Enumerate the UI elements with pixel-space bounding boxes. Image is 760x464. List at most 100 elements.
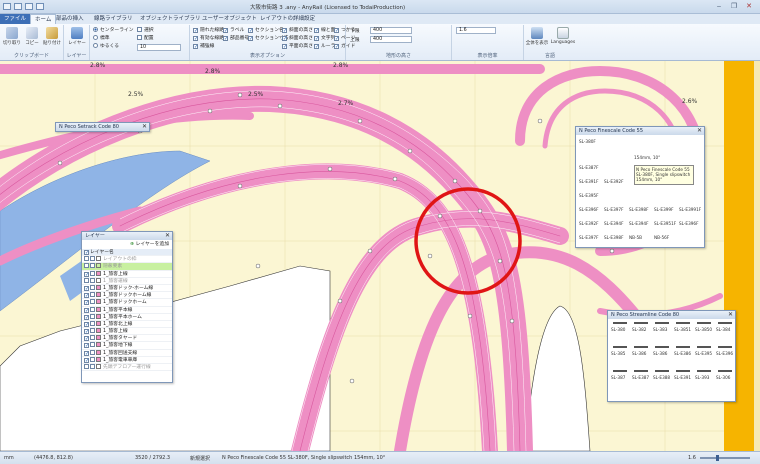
setrack-panel[interactable]: N Peco Setrack Code 80 ✕ — [55, 122, 150, 132]
layer-row[interactable]: ✓ 1_旅客北上線 — [82, 320, 172, 329]
zoom-select[interactable]: 1.6 — [456, 27, 496, 34]
layer-color-swatch[interactable] — [96, 349, 101, 355]
layer-lock-checkbox[interactable] — [90, 328, 95, 334]
layer-row[interactable]: ✓ 1_旅客回送支線 — [82, 349, 172, 357]
layers-panel[interactable]: レイヤー ✕ ⊕ レイヤーを追加 ✓レイヤー名 レイアウトの枠 隠蔽要素 ✓ 1_旅客上… — [81, 231, 173, 383]
part-item[interactable]: SL-385 — [611, 351, 625, 356]
close-icon[interactable]: ✕ — [697, 127, 702, 135]
layer-lock-checkbox[interactable] — [90, 306, 95, 312]
standard-radio[interactable]: 標準 — [93, 35, 110, 42]
part-item[interactable]: SL-E3991F — [679, 207, 701, 212]
layers-panel-title[interactable]: レイヤー ✕ — [82, 232, 172, 240]
languages-button[interactable]: Languages — [550, 27, 576, 45]
finescale-panel[interactable]: N Peco Finescale Code 55 ✕ SL-380F SL-E387… — [575, 126, 705, 248]
part-item[interactable]: SL-E396F — [679, 221, 698, 226]
display-option[interactable]: ✓ 補強線 — [193, 43, 214, 50]
streamline-panel[interactable]: N Peco Streamline Code 80 ✕ SL-380 SL-382 S… — [607, 310, 736, 402]
part-item[interactable]: SL-E392F — [579, 221, 598, 226]
layer-lock-checkbox[interactable] — [90, 364, 95, 369]
layer-color-swatch[interactable] — [96, 277, 101, 283]
display-option[interactable]: ✓ 部品番号 — [223, 35, 249, 42]
close-button[interactable]: ✕ — [742, 2, 756, 11]
layer-visible-checkbox[interactable] — [84, 364, 89, 369]
layer-color-swatch[interactable] — [96, 342, 101, 348]
loose-radio[interactable]: ゆるくる — [93, 43, 119, 50]
layer-lock-checkbox[interactable] — [90, 277, 95, 283]
height-max-input[interactable]: 400 — [370, 36, 412, 43]
layer-visible-checkbox[interactable]: ✓ — [84, 293, 89, 299]
tab-4[interactable]: オブジェクトライブラリ — [136, 14, 205, 24]
part-item[interactable]: SL-E397F — [579, 235, 598, 240]
layer-row[interactable]: ✓ 1_旅客タヤード — [82, 335, 172, 343]
part-item[interactable]: SL-E398F — [629, 207, 648, 212]
part-item[interactable]: SL-E395F — [579, 193, 598, 198]
streamline-panel-title[interactable]: N Peco Streamline Code 80 ✕ — [608, 311, 735, 319]
display-option[interactable]: ✓ 線と面 — [314, 27, 335, 34]
layer-color-swatch[interactable] — [96, 292, 101, 298]
tab-3[interactable]: 線路ライブラリ — [90, 14, 137, 24]
layer-row[interactable]: ✓ 1_旅客地下線 — [82, 342, 172, 350]
part-item[interactable]: NB-5B — [629, 235, 642, 240]
layer-visible-checkbox[interactable]: ✓ — [84, 300, 89, 306]
part-item[interactable]: SL-3851 — [674, 327, 691, 332]
snap-value-input[interactable]: 10 — [137, 44, 181, 51]
layer-visible-checkbox[interactable]: ✓ — [84, 314, 89, 320]
layer-visible-checkbox[interactable]: ✓ — [84, 343, 89, 349]
setrack-panel-title[interactable]: N Peco Setrack Code 80 ✕ — [56, 123, 149, 131]
part-item[interactable]: SL-E396 — [716, 351, 733, 356]
tab-2[interactable]: 部品の挿入 — [52, 14, 88, 24]
part-item[interactable]: SL-E387 — [632, 375, 649, 380]
part-item[interactable]: SL-306 — [716, 375, 730, 380]
select-mode[interactable]: 選択 — [137, 27, 154, 34]
part-item[interactable]: SL-E394F — [604, 221, 623, 226]
minimize-button[interactable]: ‒ — [712, 2, 726, 11]
layer-row[interactable]: ✓ 1_旅客電車車庫 — [82, 356, 172, 364]
tab-0[interactable]: ファイル — [0, 14, 31, 24]
layer-lock-checkbox[interactable] — [90, 335, 95, 341]
layer-row[interactable]: ✓ 1_旅客ドック-ホーム線 — [82, 284, 172, 293]
layer-color-swatch[interactable] — [96, 364, 101, 369]
layer-color-swatch[interactable] — [96, 256, 101, 262]
part-item[interactable]: SL-E397F — [604, 207, 623, 212]
layer-visible-checkbox[interactable] — [84, 263, 89, 269]
display-option[interactable]: ✓ 斜面の高さ — [282, 35, 313, 42]
part-item[interactable]: SL-E395 — [695, 351, 712, 356]
layer-color-swatch[interactable] — [96, 328, 101, 334]
layer-lock-checkbox[interactable] — [90, 284, 95, 290]
save-quick-icon[interactable] — [14, 3, 22, 10]
layer-color-swatch[interactable] — [96, 313, 101, 319]
part-item[interactable]: SL-E396F — [579, 207, 598, 212]
place-mode[interactable]: 配置 — [137, 35, 154, 42]
layer-color-swatch[interactable] — [96, 306, 101, 312]
part-item[interactable]: SL-3850 — [695, 327, 712, 332]
layer-lock-checkbox[interactable] — [90, 270, 95, 276]
display-option[interactable]: ✓ 有効な線路 — [193, 35, 224, 42]
part-item[interactable]: NB-56F — [654, 235, 669, 240]
paste-button[interactable]: 貼り付け — [41, 27, 63, 46]
layer-lock-checkbox[interactable] — [90, 356, 95, 362]
display-option[interactable]: ✓ 平面の高さ — [282, 43, 313, 50]
layer-color-swatch[interactable] — [96, 263, 101, 269]
app-icon[interactable] — [3, 3, 11, 10]
part-item[interactable]: SL-E394F — [629, 221, 648, 226]
layer-lock-checkbox[interactable] — [90, 256, 95, 262]
part-item[interactable]: SL-E398F — [604, 235, 623, 240]
close-icon[interactable]: ✕ — [142, 123, 147, 131]
layer-lock-checkbox[interactable] — [90, 263, 95, 269]
part-item[interactable]: SL-E391 — [674, 375, 691, 380]
layer-visible-checkbox[interactable]: ✓ — [84, 329, 89, 335]
layer-visible-checkbox[interactable]: ✓ — [84, 321, 89, 327]
close-icon[interactable]: ✕ — [728, 311, 733, 319]
layer-row[interactable]: 1_旅客運線 — [82, 277, 172, 285]
part-item[interactable]: SL-380F — [579, 139, 596, 144]
layer-lock-checkbox[interactable] — [90, 313, 95, 319]
layer-color-swatch[interactable] — [96, 284, 101, 290]
display-option[interactable]: ✓ ラベル — [223, 27, 244, 34]
part-item[interactable]: SL-383 — [653, 327, 667, 332]
part-item[interactable]: SL-387 — [611, 375, 625, 380]
layer-row[interactable]: 先頭デフロアー運行線 — [82, 364, 172, 372]
display-option[interactable]: ✓ ルーラ — [314, 43, 335, 50]
layer-color-swatch[interactable] — [96, 299, 101, 305]
layer-color-swatch[interactable] — [96, 335, 101, 341]
layer-visible-checkbox[interactable]: ✓ — [84, 285, 89, 291]
